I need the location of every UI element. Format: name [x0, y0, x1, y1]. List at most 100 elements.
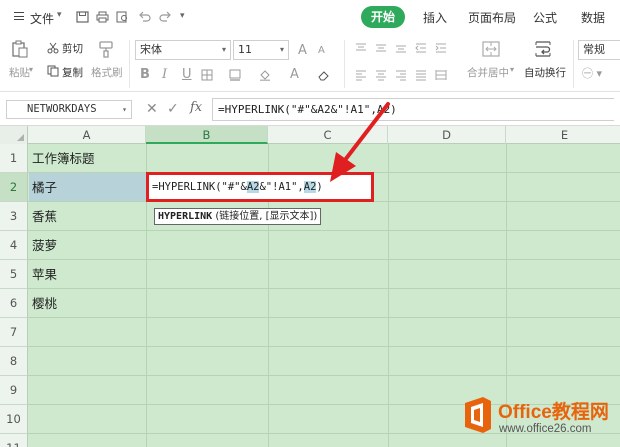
row-header-3[interactable]: 3: [0, 202, 28, 231]
wrap-text-button[interactable]: 自动换行: [524, 65, 566, 80]
wrap-text-icon[interactable]: [534, 40, 552, 58]
function-signature-tooltip: HYPERLINK (链接位置, [显示文本]): [154, 208, 322, 225]
copy-button[interactable]: 复制: [62, 65, 83, 80]
confirm-edit-icon[interactable]: ✓: [167, 101, 179, 117]
font-color-button[interactable]: A: [290, 67, 299, 82]
bold-button[interactable]: B: [140, 67, 150, 82]
merge-center-button[interactable]: 合并居中: [467, 65, 509, 80]
indent-increase-icon[interactable]: [435, 42, 447, 54]
cell-b2-formula: =HYPERLINK("#"&A2&"!A1",A2): [152, 181, 323, 193]
font-size-select[interactable]: 11 ▾: [233, 40, 289, 60]
print-icon[interactable]: [96, 11, 109, 23]
formula-bar: NETWORKDAYS ▾ ✕ ✓ fx =HYPERLINK("#"&A2&"…: [0, 92, 620, 126]
select-all-corner[interactable]: [0, 126, 28, 144]
row-header-8[interactable]: 8: [0, 347, 28, 376]
justify-icon[interactable]: [415, 69, 427, 81]
tab-home[interactable]: 开始: [361, 6, 405, 28]
row-header-11[interactable]: 11: [0, 434, 28, 447]
undo-icon[interactable]: [138, 11, 151, 23]
print-preview-icon[interactable]: [116, 11, 129, 23]
font-name-select[interactable]: 宋体 ▾: [135, 40, 231, 60]
cell-b2-editor[interactable]: =HYPERLINK("#"&A2&"!A1",A2): [146, 172, 374, 202]
underline-button[interactable]: U: [182, 67, 192, 82]
indent-decrease-icon[interactable]: [415, 42, 427, 54]
row-header-5[interactable]: 5: [0, 260, 28, 289]
cell-a2[interactable]: 橘子: [32, 173, 57, 202]
fill-color-icon[interactable]: [229, 69, 241, 81]
font-size-value: 11: [238, 43, 252, 56]
ribbon-separator: [344, 40, 345, 88]
cell-a1[interactable]: 工作簿标题: [32, 144, 95, 173]
watermark-url: www.office26.com: [499, 423, 592, 435]
paste-dropdown-icon[interactable]: ▾: [29, 65, 33, 74]
hamburger-icon[interactable]: [14, 12, 24, 20]
paint-bucket-icon[interactable]: [259, 69, 271, 81]
align-middle-icon[interactable]: [375, 42, 387, 54]
row-header-4[interactable]: 4: [0, 231, 28, 260]
font-name-value: 宋体: [140, 43, 162, 56]
cancel-edit-icon[interactable]: ✕: [146, 101, 158, 117]
align-right-icon[interactable]: [395, 69, 407, 81]
cell-a6[interactable]: 樱桃: [32, 289, 57, 318]
column-header-d[interactable]: D: [388, 126, 506, 144]
cut-button[interactable]: 剪切: [62, 41, 83, 56]
italic-button[interactable]: I: [162, 67, 167, 82]
tooltip-arguments: (链接位置, [显示文本]): [215, 211, 318, 222]
currency-format-icon[interactable]: ㊀ ▾: [582, 65, 602, 81]
row-header-9[interactable]: 9: [0, 376, 28, 405]
increase-font-size-button[interactable]: A: [298, 43, 307, 58]
redo-icon[interactable]: [159, 11, 172, 23]
save-icon[interactable]: [76, 11, 89, 23]
file-menu[interactable]: 文件: [30, 10, 54, 27]
copy-icon[interactable]: [47, 65, 59, 77]
chevron-down-icon[interactable]: ▾: [510, 65, 514, 74]
format-painter-icon[interactable]: [97, 40, 115, 58]
row-header-1[interactable]: 1: [0, 144, 28, 173]
formula-part: &"!A1",: [259, 181, 304, 193]
chevron-down-icon[interactable]: ▾: [57, 10, 62, 20]
tab-data[interactable]: 数据: [581, 9, 605, 26]
column-header-b[interactable]: B: [146, 126, 268, 144]
gridline: [28, 375, 620, 376]
distributed-align-icon[interactable]: [435, 69, 447, 81]
paste-button[interactable]: 粘贴: [9, 65, 30, 80]
align-left-icon[interactable]: [355, 69, 367, 81]
gridline: [28, 288, 620, 289]
border-icon[interactable]: [201, 69, 213, 81]
row-header-7[interactable]: 7: [0, 318, 28, 347]
column-header-a[interactable]: A: [28, 126, 146, 144]
formula-reference: A2: [303, 181, 317, 193]
formula-input[interactable]: =HYPERLINK("#"&A2&"!A1",A2): [212, 98, 614, 121]
tab-insert[interactable]: 插入: [423, 9, 447, 26]
number-format-select[interactable]: 常规: [578, 40, 620, 60]
chevron-down-icon[interactable]: ▾: [122, 101, 127, 118]
formula-part: ): [316, 181, 323, 193]
merge-center-icon[interactable]: [482, 40, 500, 58]
menu-bar: 文件 ▾ ▾ 开始 插入 页面布局 公式 数据: [0, 0, 620, 34]
tab-formulas[interactable]: 公式: [533, 9, 557, 26]
row-header-2[interactable]: 2: [0, 173, 28, 202]
decrease-font-size-button[interactable]: A: [318, 45, 325, 56]
cell-a5[interactable]: 苹果: [32, 260, 57, 289]
align-center-icon[interactable]: [375, 69, 387, 81]
quick-access-more-icon[interactable]: ▾: [180, 11, 193, 23]
tab-page-layout[interactable]: 页面布局: [468, 9, 516, 26]
row-header-10[interactable]: 10: [0, 405, 28, 434]
align-top-icon[interactable]: [355, 42, 367, 54]
cell-a4[interactable]: 菠萝: [32, 231, 57, 260]
column-header-e[interactable]: E: [506, 126, 620, 144]
cell-a3[interactable]: 香蕉: [32, 202, 57, 231]
insert-function-button[interactable]: fx: [190, 100, 202, 115]
tooltip-function-name[interactable]: HYPERLINK: [158, 211, 212, 222]
chevron-down-icon: ▾: [221, 45, 226, 54]
name-box[interactable]: NETWORKDAYS ▾: [6, 100, 132, 119]
eraser-icon[interactable]: [318, 69, 330, 81]
paste-icon[interactable]: [11, 40, 29, 58]
gridline: [28, 317, 620, 318]
column-header-c[interactable]: C: [268, 126, 388, 144]
align-bottom-icon[interactable]: [395, 42, 407, 54]
scissors-icon[interactable]: [47, 42, 59, 54]
format-painter-button[interactable]: 格式刷: [91, 65, 123, 80]
row-header-6[interactable]: 6: [0, 289, 28, 318]
office-logo-icon: [465, 397, 491, 433]
